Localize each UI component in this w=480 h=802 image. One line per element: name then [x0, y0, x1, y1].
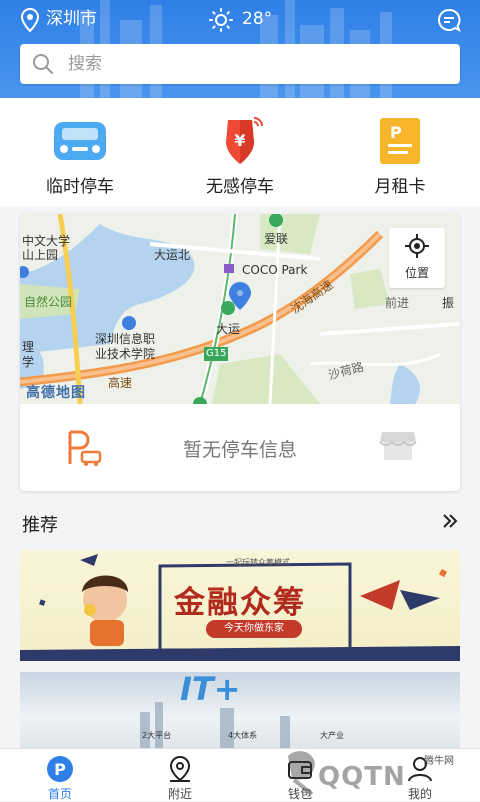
monthly-card-button[interactable]: P 月租卡 — [340, 98, 460, 206]
double-chevron-right-icon[interactable] — [441, 512, 459, 530]
sun-icon — [209, 8, 233, 32]
map-logo: 高德地图 — [26, 385, 86, 401]
search-placeholder: 搜索 — [68, 54, 102, 74]
svg-text:P: P — [54, 760, 66, 779]
banner-title: 金融众筹 — [174, 585, 306, 621]
search-input[interactable]: 搜索 — [20, 44, 460, 84]
map-label: 学 — [22, 355, 35, 369]
temporary-parking-button[interactable]: 临时停车 — [20, 98, 140, 206]
watermark-text: QQTN — [318, 762, 406, 792]
banner2-text: 2大平台 — [142, 731, 172, 740]
recommend-section-header: 推荐 — [0, 500, 480, 544]
banner-pill: 今天你做东家 — [206, 620, 302, 638]
tab-nearby[interactable]: 附近 — [120, 749, 240, 801]
tab-label: 首页 — [47, 787, 72, 801]
city-selector[interactable]: 深圳市 — [46, 8, 97, 30]
map-label: 大运 — [216, 322, 241, 336]
temporary-parking-label: 临时停车 — [46, 177, 114, 197]
map-label: 大运北 — [154, 248, 191, 262]
banner2-text: 大产业 — [320, 731, 344, 740]
banner-note: 一起玩转众筹模式 — [226, 558, 290, 567]
promo-banner-it[interactable]: IT+ 2大平台 4大体系 大产业 — [20, 672, 460, 748]
map-label: 自然公园 — [24, 295, 73, 309]
monthly-card-label: 月租卡 — [374, 177, 426, 197]
map-label: 振 — [442, 296, 455, 310]
parking-home-icon: P — [47, 756, 73, 782]
search-icon — [33, 54, 53, 74]
temperature-text: 28° — [242, 9, 273, 29]
map-label: 业技术学院 — [95, 347, 156, 361]
location-pin-icon[interactable] — [20, 8, 40, 32]
locate-button[interactable]: 位置 — [389, 228, 445, 288]
crosshair-icon — [405, 234, 429, 258]
watermark-small-text: 腾牛网 — [424, 756, 454, 767]
map-view[interactable]: 中文大学 山上园 大运北 爱联 COCO Park 自然公园 深圳信息职 业技术… — [20, 214, 460, 404]
map-label: 理 — [22, 340, 35, 354]
svg-text:P: P — [390, 123, 402, 142]
map-label: COCO Park — [242, 263, 308, 277]
svg-text:¥: ¥ — [234, 131, 245, 150]
sensorless-parking-label: 无感停车 — [206, 177, 274, 197]
quick-actions: 临时停车 ¥ 无感停车 P 月租卡 — [0, 98, 480, 206]
parking-card: 中文大学 山上园 大运北 爱联 COCO Park 自然公园 深圳信息职 业技术… — [20, 214, 460, 491]
map-label: 山上园 — [22, 248, 59, 262]
map-label: 中文大学 — [22, 234, 71, 248]
map-label: G15 — [204, 347, 229, 361]
map-label: 高速 — [108, 376, 133, 390]
recommend-title: 推荐 — [22, 515, 58, 536]
map-pin-icon — [169, 755, 191, 782]
promo-banner-crowdfunding[interactable]: 一起玩转众筹模式 金融众筹 今天你做东家 — [20, 550, 460, 661]
parking-card-icon: P — [380, 118, 420, 164]
sensorless-parking-button[interactable]: ¥ 无感停车 — [180, 98, 300, 206]
locate-label: 位置 — [404, 266, 429, 280]
banner2-text: 4大体系 — [228, 731, 258, 740]
shield-yen-icon: ¥ — [226, 117, 263, 164]
parking-info-row: 暂无停车信息 — [20, 404, 460, 491]
message-icon[interactable] — [437, 8, 461, 32]
map-label: 爱联 — [264, 232, 289, 246]
top-header: 深圳市 28° 搜索 — [0, 0, 480, 98]
banner2-title: IT+ — [180, 672, 241, 708]
map-label: 深圳信息职 — [95, 332, 156, 346]
map-label: 前进 — [385, 296, 410, 310]
tab-home[interactable]: P 首页 — [0, 749, 120, 801]
tab-label: 附近 — [167, 787, 192, 801]
car-icon — [54, 122, 106, 160]
store-icon — [379, 432, 417, 460]
